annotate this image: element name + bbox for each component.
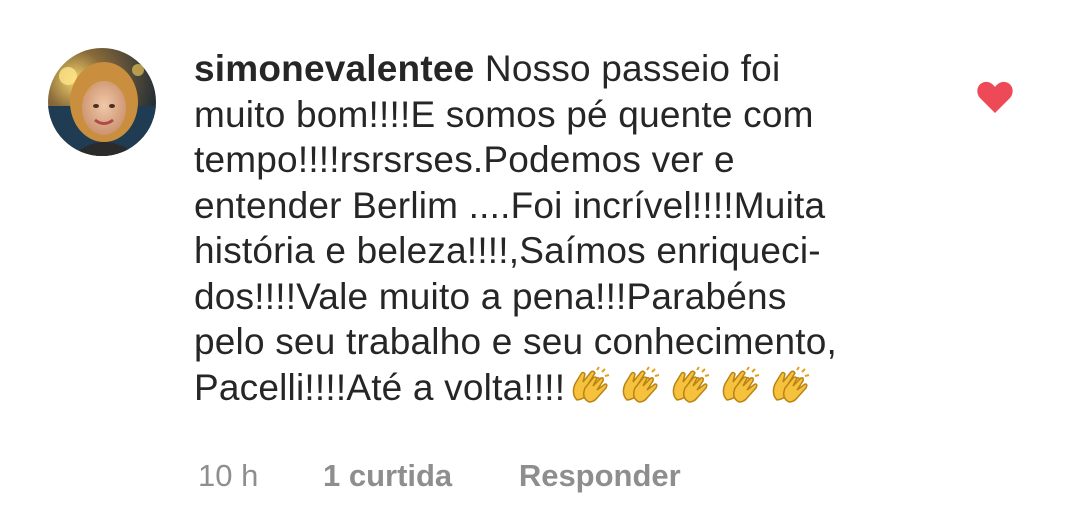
comment-text: muito bom!!!!E somos pé quente com [194, 93, 814, 135]
comment-meta: 10 h 1 curtida Responder [198, 458, 681, 494]
clapping-hands-icon [667, 365, 715, 406]
comment-body: simonevalentee Nosso passeio foi muito b… [194, 46, 954, 410]
comment-line: simonevalentee Nosso passeio foi [194, 46, 954, 92]
username-link[interactable]: simonevalentee [194, 48, 474, 89]
avatar-photo [48, 48, 156, 156]
comment-text: história e beleza!!!!,Saímos enriqueci- [194, 230, 821, 271]
comment-text: dos!!!!Vale muito a pena!!!Parabéns [194, 275, 787, 317]
comment-text: Pacelli!!!!Até a volta!!!! [194, 366, 566, 408]
comment-item: simonevalentee Nosso passeio foi muito b… [0, 0, 1077, 528]
comment-text: entender Berlim ....Foi incrível!!!!Muit… [194, 184, 826, 226]
comment-timestamp: 10 h [198, 458, 259, 493]
clapping-hands-icon [767, 365, 815, 406]
likes-count-link[interactable]: 1 curtida [323, 458, 452, 494]
clapping-hands-icon [617, 365, 665, 406]
clapping-hands-icon [717, 365, 765, 406]
avatar[interactable] [48, 48, 156, 156]
heart-icon [977, 81, 1013, 113]
comment-text: tempo!!!!rsrsrses.Podemos ver e [194, 139, 735, 180]
clapping-hands-icon [567, 365, 615, 406]
comment-text: pelo seu trabalho e seu conhecimento, [194, 321, 837, 362]
comment-text: Nosso passeio foi [484, 48, 781, 89]
reply-button[interactable]: Responder [519, 458, 681, 494]
like-heart-button[interactable] [976, 80, 1014, 114]
comment-line: Pacelli!!!!Até a volta!!!! [194, 365, 954, 411]
